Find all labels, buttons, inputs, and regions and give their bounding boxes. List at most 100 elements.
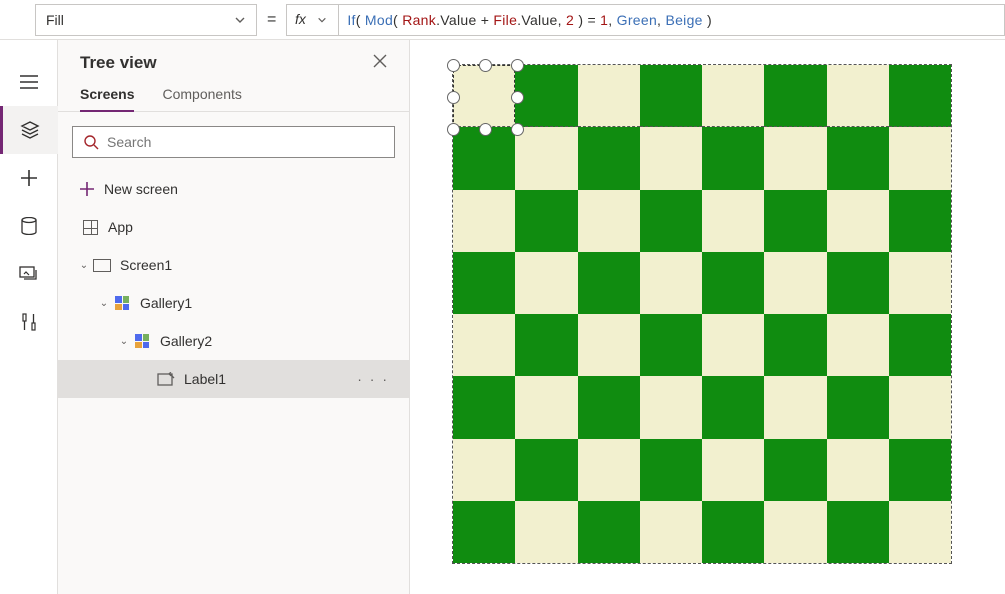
rail-hamburger[interactable] [0, 58, 58, 106]
gallery-icon [135, 334, 149, 348]
tree-item-label1[interactable]: Label1 · · · [58, 360, 409, 398]
board-cell[interactable] [515, 252, 577, 314]
board-cell[interactable] [889, 314, 951, 376]
board-cell[interactable] [578, 376, 640, 438]
board-cell[interactable] [453, 376, 515, 438]
board-cell[interactable] [702, 190, 764, 252]
tab-screens[interactable]: Screens [80, 86, 134, 112]
board-cell[interactable] [515, 439, 577, 501]
board-cell[interactable] [889, 190, 951, 252]
board-cell[interactable] [702, 252, 764, 314]
board-cell[interactable] [827, 314, 889, 376]
board-cell[interactable] [578, 252, 640, 314]
board-cell[interactable] [453, 314, 515, 376]
tree-item-gallery2[interactable]: ⌄ Gallery2 [58, 322, 409, 360]
checkerboard-gallery[interactable] [452, 64, 952, 564]
board-cell[interactable] [889, 376, 951, 438]
board-cell[interactable] [702, 501, 764, 563]
board-cell[interactable] [764, 190, 826, 252]
formula-bar: Fill = fx If( Mod( Rank.Value + File.Val… [0, 0, 1005, 40]
board-cell[interactable] [889, 501, 951, 563]
board-cell[interactable] [453, 252, 515, 314]
board-cell[interactable] [702, 314, 764, 376]
selection-handle[interactable] [447, 91, 460, 104]
rail-data[interactable] [0, 202, 58, 250]
board-cell[interactable] [764, 501, 826, 563]
property-selector[interactable]: Fill [35, 4, 257, 36]
board-cell[interactable] [889, 127, 951, 189]
tree-search[interactable] [72, 126, 395, 158]
selection-handle[interactable] [447, 59, 460, 72]
board-cell[interactable] [453, 439, 515, 501]
board-cell[interactable] [578, 65, 640, 127]
board-cell[interactable] [578, 439, 640, 501]
search-input[interactable] [107, 134, 384, 150]
tree-item-gallery1[interactable]: ⌄ Gallery1 [58, 284, 409, 322]
data-icon [21, 217, 37, 235]
board-cell[interactable] [764, 376, 826, 438]
board-cell[interactable] [515, 314, 577, 376]
board-cell[interactable] [827, 439, 889, 501]
board-cell[interactable] [702, 65, 764, 127]
rail-tree-view[interactable] [0, 106, 58, 154]
board-cell[interactable] [453, 127, 515, 189]
board-cell[interactable] [827, 252, 889, 314]
fx-button[interactable]: fx [286, 4, 338, 36]
plus-icon [21, 170, 37, 186]
rail-media[interactable] [0, 250, 58, 298]
board-cell[interactable] [889, 439, 951, 501]
tree-item-app[interactable]: App [58, 208, 409, 246]
chevron-down-icon: ⌄ [96, 298, 112, 309]
board-cell[interactable] [515, 501, 577, 563]
board-cell[interactable] [640, 376, 702, 438]
board-cell[interactable] [515, 127, 577, 189]
formula-input[interactable]: If( Mod( Rank.Value + File.Value, 2 ) = … [338, 4, 1005, 36]
board-cell[interactable] [640, 127, 702, 189]
board-cell[interactable] [515, 65, 577, 127]
selection-handle[interactable] [479, 59, 492, 72]
board-cell[interactable] [827, 127, 889, 189]
board-cell[interactable] [453, 190, 515, 252]
board-cell[interactable] [702, 127, 764, 189]
board-cell[interactable] [764, 127, 826, 189]
plus-icon [80, 182, 94, 196]
new-screen-button[interactable]: New screen [58, 170, 409, 208]
board-cell[interactable] [640, 252, 702, 314]
board-cell[interactable] [764, 439, 826, 501]
rail-tools[interactable] [0, 298, 58, 346]
board-cell[interactable] [827, 376, 889, 438]
board-cell[interactable] [578, 314, 640, 376]
rail-insert[interactable] [0, 154, 58, 202]
board-cell[interactable] [453, 501, 515, 563]
board-cell[interactable] [453, 65, 515, 127]
board-cell[interactable] [515, 376, 577, 438]
board-cell[interactable] [515, 190, 577, 252]
label-icon [157, 372, 175, 386]
board-cell[interactable] [764, 65, 826, 127]
media-icon [19, 266, 39, 282]
board-cell[interactable] [764, 314, 826, 376]
tree-item-more[interactable]: · · · [357, 371, 389, 387]
tree-item-screen1[interactable]: ⌄ Screen1 [58, 246, 409, 284]
hamburger-icon [20, 75, 38, 89]
canvas[interactable] [410, 40, 1005, 594]
tab-components[interactable]: Components [162, 86, 241, 111]
board-cell[interactable] [827, 65, 889, 127]
board-cell[interactable] [640, 190, 702, 252]
board-cell[interactable] [640, 314, 702, 376]
board-cell[interactable] [640, 65, 702, 127]
board-cell[interactable] [578, 127, 640, 189]
board-cell[interactable] [827, 501, 889, 563]
board-cell[interactable] [640, 439, 702, 501]
layers-icon [20, 120, 40, 140]
board-cell[interactable] [889, 252, 951, 314]
board-cell[interactable] [640, 501, 702, 563]
board-cell[interactable] [764, 252, 826, 314]
board-cell[interactable] [578, 190, 640, 252]
board-cell[interactable] [827, 190, 889, 252]
board-cell[interactable] [889, 65, 951, 127]
board-cell[interactable] [702, 439, 764, 501]
board-cell[interactable] [702, 376, 764, 438]
board-cell[interactable] [578, 501, 640, 563]
tree-view-close[interactable] [373, 54, 387, 73]
